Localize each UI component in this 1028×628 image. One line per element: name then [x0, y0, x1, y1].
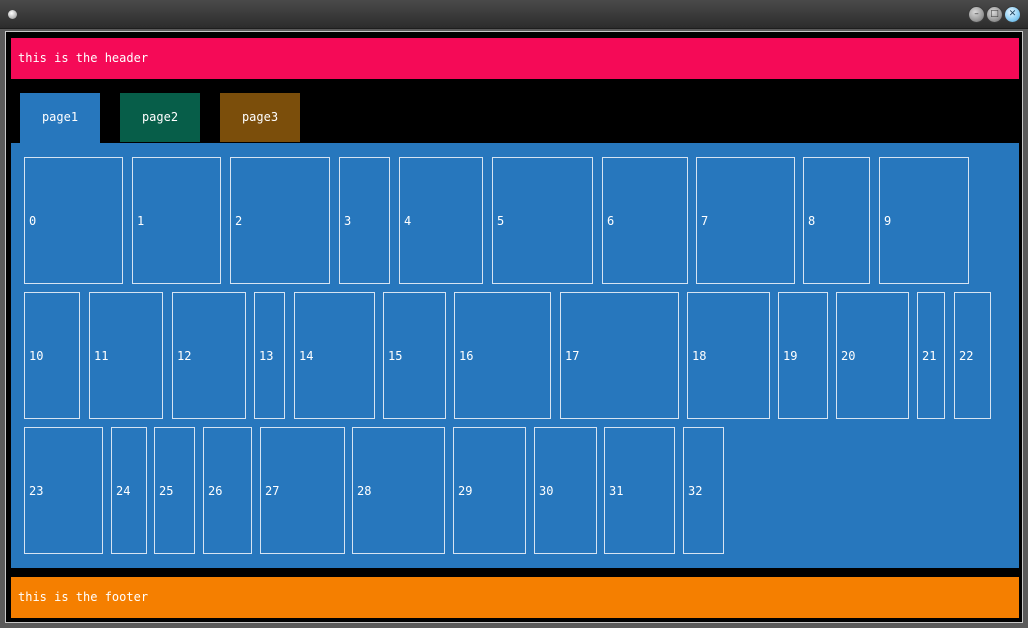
card-label: 27: [265, 483, 280, 498]
card-label: 25: [159, 483, 174, 498]
card-label: 18: [692, 348, 707, 363]
card-label: 26: [208, 483, 223, 498]
card-label: 14: [299, 348, 314, 363]
card[interactable]: 28: [352, 427, 445, 554]
card[interactable]: 7: [696, 157, 795, 284]
card-label: 4: [404, 213, 412, 228]
card[interactable]: 10: [24, 292, 80, 419]
card[interactable]: 16: [454, 292, 551, 419]
card[interactable]: 19: [778, 292, 828, 419]
card-label: 1: [137, 213, 145, 228]
card-label: 24: [116, 483, 131, 498]
card-label: 31: [609, 483, 624, 498]
card[interactable]: 23: [24, 427, 103, 554]
card[interactable]: 17: [560, 292, 679, 419]
card[interactable]: 26: [203, 427, 252, 554]
card[interactable]: 31: [604, 427, 675, 554]
card-label: 8: [808, 213, 816, 228]
card[interactable]: 21: [917, 292, 945, 419]
card-label: 9: [884, 213, 892, 228]
card[interactable]: 14: [294, 292, 375, 419]
card[interactable]: 3: [339, 157, 390, 284]
card-label: 22: [959, 348, 974, 363]
card-label: 16: [459, 348, 474, 363]
card[interactable]: 4: [399, 157, 483, 284]
card-label: 15: [388, 348, 403, 363]
page-header: this is the header: [11, 38, 1019, 79]
tab-page2[interactable]: page2: [120, 93, 200, 142]
card-label: 6: [607, 213, 615, 228]
card[interactable]: 13: [254, 292, 285, 419]
tab-page1[interactable]: page1: [20, 93, 100, 144]
card[interactable]: 30: [534, 427, 597, 554]
card-label: 21: [922, 348, 937, 363]
card[interactable]: 18: [687, 292, 770, 419]
card[interactable]: 6: [602, 157, 688, 284]
card-label: 12: [177, 348, 192, 363]
card[interactable]: 20: [836, 292, 909, 419]
card[interactable]: 22: [954, 292, 991, 419]
card[interactable]: 9: [879, 157, 969, 284]
card[interactable]: 5: [492, 157, 593, 284]
card-label: 32: [688, 483, 703, 498]
maximize-button[interactable]: □: [986, 6, 1003, 23]
card-label: 19: [783, 348, 798, 363]
card[interactable]: 24: [111, 427, 147, 554]
card-label: 13: [259, 348, 274, 363]
card-label: 11: [94, 348, 109, 363]
card-label: 7: [701, 213, 709, 228]
card[interactable]: 0: [24, 157, 123, 284]
card-label: 3: [344, 213, 352, 228]
card[interactable]: 11: [89, 292, 163, 419]
card-label: 5: [497, 213, 505, 228]
card[interactable]: 15: [383, 292, 446, 419]
card[interactable]: 12: [172, 292, 246, 419]
card[interactable]: 27: [260, 427, 345, 554]
minimize-button[interactable]: –: [968, 6, 985, 23]
card[interactable]: 32: [683, 427, 724, 554]
app-window: – □ ✕ this is the header page1 page2 pag…: [0, 0, 1028, 628]
page-footer: this is the footer: [11, 577, 1019, 618]
card[interactable]: 8: [803, 157, 870, 284]
card-label: 2: [235, 213, 243, 228]
card-label: 17: [565, 348, 580, 363]
card[interactable]: 1: [132, 157, 221, 284]
app-frame: this is the header page1 page2 page3 0 1…: [5, 31, 1023, 623]
card-label: 28: [357, 483, 372, 498]
card[interactable]: 2: [230, 157, 330, 284]
close-button[interactable]: ✕: [1004, 6, 1021, 23]
card-label: 0: [29, 213, 37, 228]
card-label: 20: [841, 348, 856, 363]
card[interactable]: 25: [154, 427, 195, 554]
card-label: 10: [29, 348, 44, 363]
app-icon: [8, 10, 17, 19]
card-label: 30: [539, 483, 554, 498]
tab-page3[interactable]: page3: [220, 93, 300, 142]
card[interactable]: 29: [453, 427, 526, 554]
card-label: 29: [458, 483, 473, 498]
card-label: 23: [29, 483, 44, 498]
tab-content-panel: 0 1 2 3 4 5 6 7 8 9 10 11 12 13 14 15 16…: [11, 143, 1019, 568]
title-bar[interactable]: – □ ✕: [0, 0, 1028, 29]
